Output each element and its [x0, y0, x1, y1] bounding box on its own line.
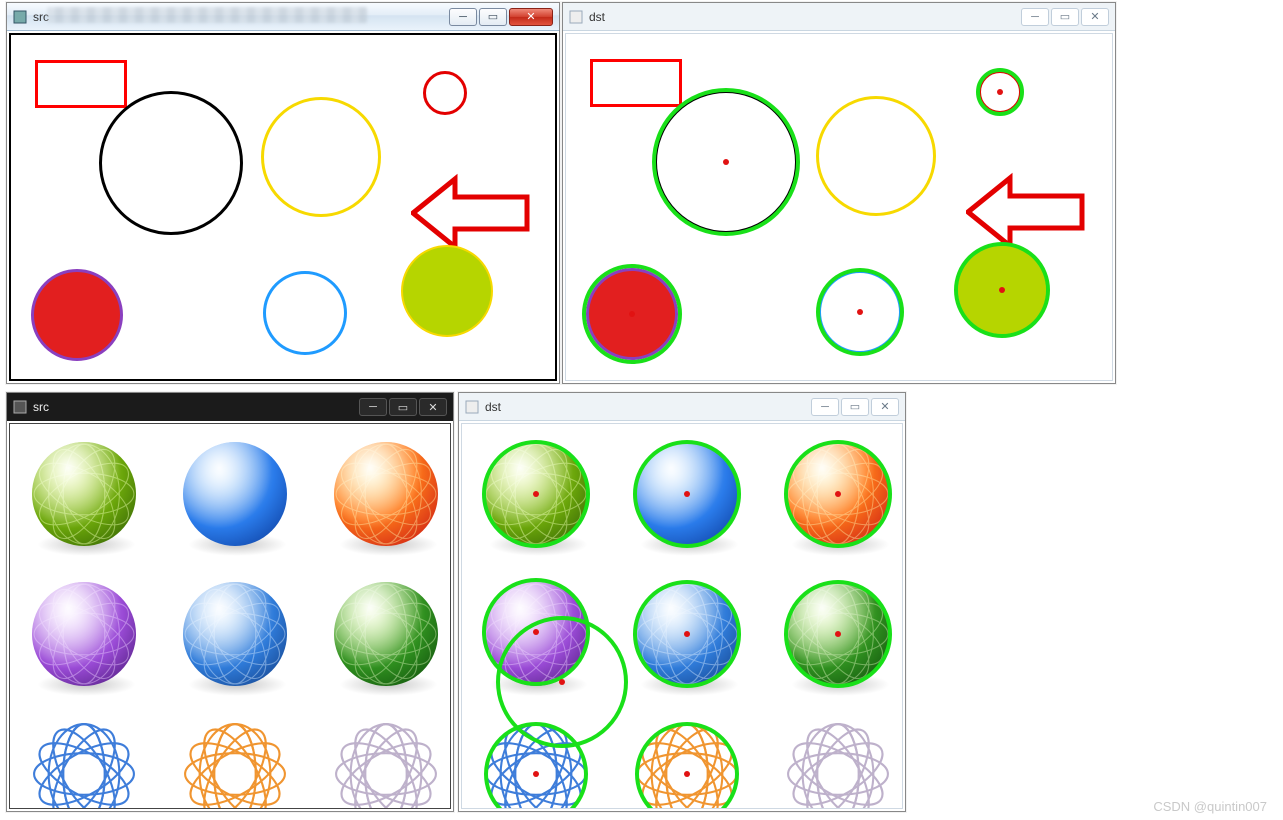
- shape-circle-1: [261, 97, 381, 217]
- detected-center-2: [629, 311, 635, 317]
- detected-center-0: [723, 159, 729, 165]
- detected-center-0: [533, 491, 539, 497]
- watermark-text: CSDN @quintin007: [1153, 799, 1267, 814]
- minimize-button[interactable]: ─: [449, 8, 477, 26]
- shape-circle-5: [401, 245, 493, 337]
- shape-circle-4: [263, 271, 347, 355]
- window-controls: ─ ▭ ✕: [811, 398, 899, 416]
- minimize-button[interactable]: ─: [359, 398, 387, 416]
- client-dst2: [461, 423, 903, 809]
- window-dst1: dst ─ ▭ ✕: [562, 2, 1116, 384]
- path-blur: [47, 7, 367, 23]
- app-icon: [13, 10, 27, 24]
- detected-center-8: [684, 771, 690, 777]
- detected-center-7: [533, 771, 539, 777]
- shape-circle-2: [423, 71, 467, 115]
- shape-arrow-left: [411, 173, 531, 258]
- minimize-button[interactable]: ─: [1021, 8, 1049, 26]
- window-controls: ─ ▭ ✕: [1021, 8, 1109, 26]
- sphere-blue-gloss: [183, 442, 287, 546]
- sphere-highlight: [183, 582, 287, 686]
- sphere-highlight: [334, 442, 438, 546]
- sphere-blue-mesh: [183, 582, 287, 686]
- app-icon: [465, 400, 479, 414]
- minimize-button[interactable]: ─: [811, 398, 839, 416]
- sphere-highlight: [183, 442, 287, 546]
- sphere-green-net: [32, 442, 136, 546]
- app-icon: [569, 10, 583, 24]
- window-controls: ─ ▭ ✕: [449, 8, 553, 26]
- window-src1: src ─ ▭ ✕: [6, 2, 560, 384]
- sphere-blue-wire: [32, 722, 136, 809]
- window-title: dst: [485, 400, 501, 414]
- shape-circle-3: [31, 269, 123, 361]
- sphere-orange-net: [334, 442, 438, 546]
- titlebar-dst2[interactable]: dst ─ ▭ ✕: [459, 393, 905, 421]
- client-src1: [9, 33, 557, 381]
- detected-center-4: [999, 287, 1005, 293]
- window-title: src: [33, 400, 49, 414]
- titlebar-src1[interactable]: src ─ ▭ ✕: [7, 3, 559, 31]
- sphere-highlight: [32, 582, 136, 686]
- sphere-green-gloss: [334, 582, 438, 686]
- maximize-button[interactable]: ▭: [389, 398, 417, 416]
- shape-rect: [35, 60, 127, 108]
- detected-center-4: [684, 631, 690, 637]
- window-controls: ─ ▭ ✕: [359, 398, 447, 416]
- shape-circle-1: [816, 96, 936, 216]
- titlebar-src2[interactable]: src ─ ▭ ✕: [7, 393, 453, 421]
- sphere-wire-overlay: [183, 722, 287, 809]
- close-button[interactable]: ✕: [419, 398, 447, 416]
- client-dst1: [565, 33, 1113, 381]
- sphere-orange-wire: [183, 722, 287, 809]
- detected-center-5: [835, 631, 841, 637]
- maximize-button[interactable]: ▭: [841, 398, 869, 416]
- sphere-grey-wire: [334, 722, 438, 809]
- close-button[interactable]: ✕: [509, 8, 553, 26]
- detected-center-2: [835, 491, 841, 497]
- detected-center-6: [559, 679, 565, 685]
- detected-center-3: [857, 309, 863, 315]
- app-icon: [13, 400, 27, 414]
- maximize-button[interactable]: ▭: [479, 8, 507, 26]
- window-dst2: dst ─ ▭ ✕: [458, 392, 906, 812]
- shape-circle-0: [99, 91, 243, 235]
- window-src2: src ─ ▭ ✕: [6, 392, 454, 812]
- sphere-highlight: [32, 442, 136, 546]
- shape-rect: [590, 59, 682, 107]
- window-title: dst: [589, 10, 605, 24]
- close-button[interactable]: ✕: [871, 398, 899, 416]
- detected-center-1: [684, 491, 690, 497]
- detected-center-1: [997, 89, 1003, 95]
- close-button[interactable]: ✕: [1081, 8, 1109, 26]
- client-src2: [9, 423, 451, 809]
- sphere-grey-wire: [786, 722, 890, 809]
- sphere-highlight: [334, 582, 438, 686]
- titlebar-dst1[interactable]: dst ─ ▭ ✕: [563, 3, 1115, 31]
- maximize-button[interactable]: ▭: [1051, 8, 1079, 26]
- sphere-wire-overlay: [334, 722, 438, 809]
- sphere-purple-mesh: [32, 582, 136, 686]
- sphere-wire-overlay: [32, 722, 136, 809]
- sphere-wire-overlay: [786, 722, 890, 809]
